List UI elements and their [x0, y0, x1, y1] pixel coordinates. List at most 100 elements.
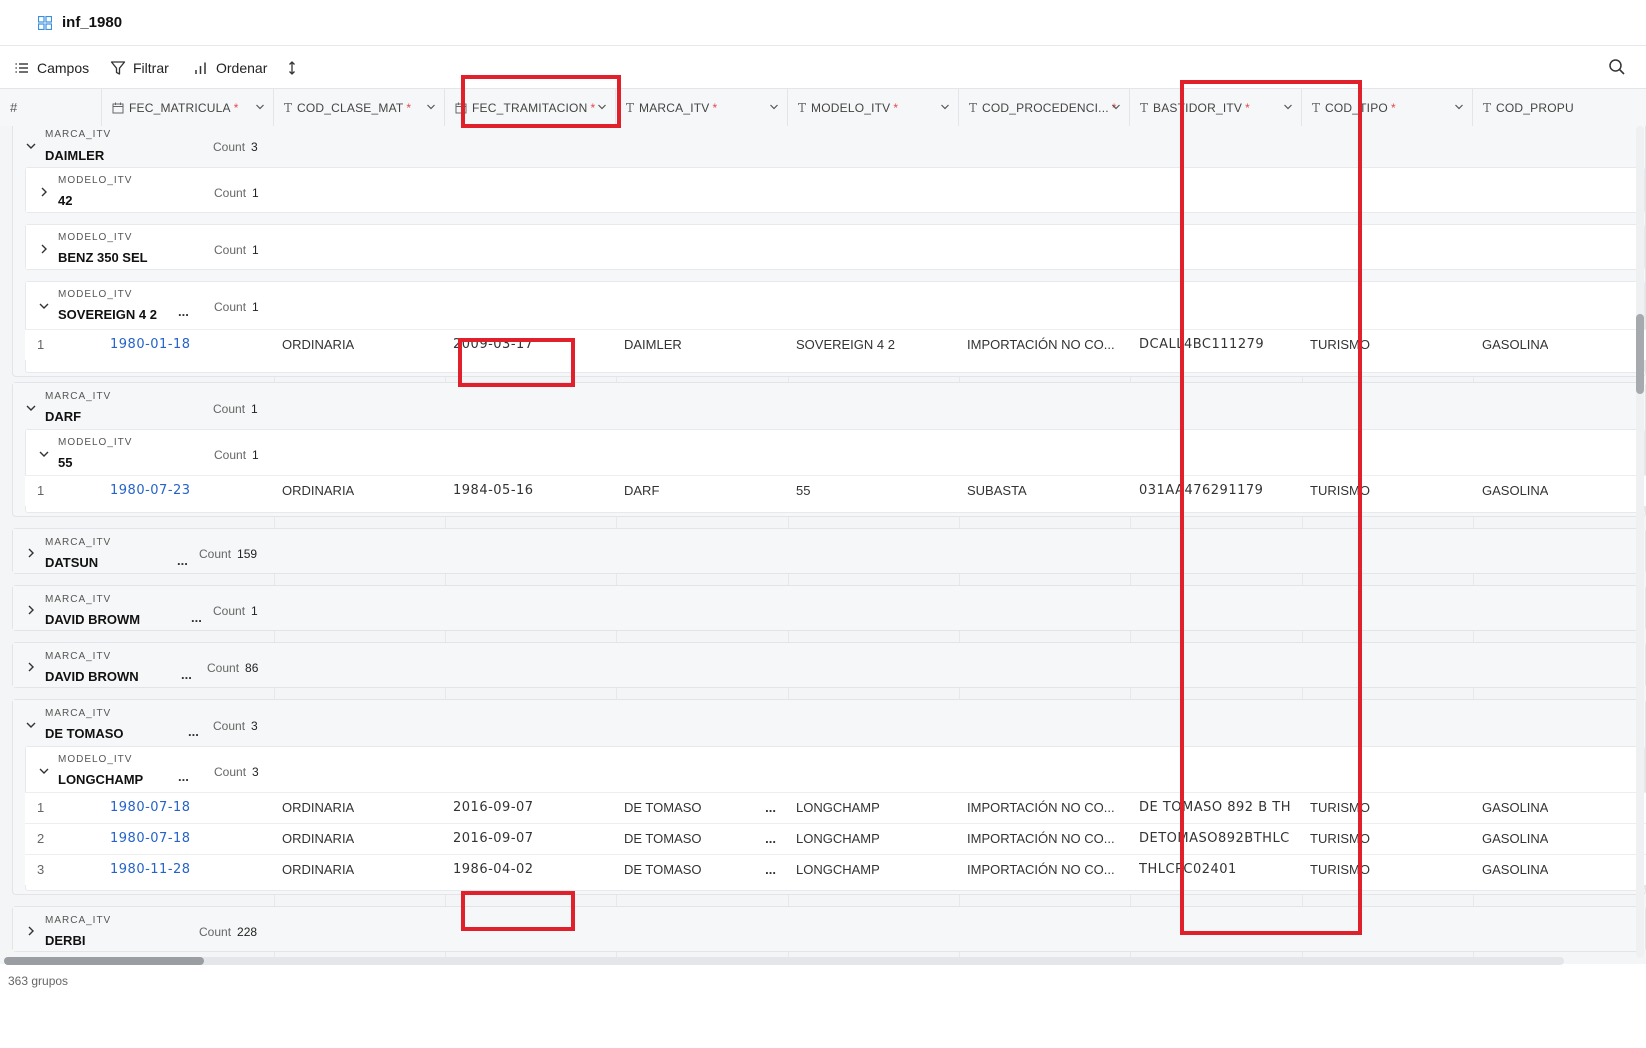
- subgroup-header[interactable]: MODELO_ITV BENZ 350 SEL Count 1: [26, 225, 1644, 269]
- cell-marca-itv[interactable]: DAIMLER: [624, 330, 682, 360]
- table-row[interactable]: 3 1980-11-28 ORDINARIA 1986-04-02 DE TOM…: [25, 854, 1646, 885]
- chevron-down-icon[interactable]: [255, 102, 265, 112]
- horizontal-scroll-thumb[interactable]: [4, 957, 204, 965]
- cell-cod-tipo[interactable]: TURISMO: [1310, 793, 1370, 823]
- column-header-bastidor-itv[interactable]: T BASTIDOR_ITV *: [1130, 89, 1302, 126]
- more-ellipsis[interactable]: ...: [181, 667, 192, 682]
- cell-bastidor-itv[interactable]: 031AA476291179: [1139, 476, 1289, 506]
- cell-cod-tipo[interactable]: TURISMO: [1310, 824, 1370, 854]
- cell-marca-itv[interactable]: DE TOMASO...: [624, 793, 776, 823]
- cell-cod-clase-mat[interactable]: ORDINARIA: [282, 824, 354, 854]
- more-ellipsis[interactable]: ...: [177, 553, 188, 568]
- search-icon[interactable]: [1608, 58, 1626, 76]
- group-header[interactable]: MARCA_ITV DARF Count 1: [13, 383, 1645, 429]
- chevron-right-icon[interactable]: [25, 547, 37, 559]
- more-ellipsis[interactable]: ...: [191, 610, 202, 625]
- more-ellipsis[interactable]: ...: [178, 304, 189, 319]
- chevron-down-icon[interactable]: [38, 448, 50, 460]
- cell-cod-propulsion[interactable]: GASOLINA: [1482, 476, 1548, 506]
- cell-cod-procedencia[interactable]: IMPORTACIÓN NO CO...: [967, 855, 1115, 885]
- horizontal-scrollbar[interactable]: [4, 957, 1564, 965]
- cell-fec-tramitacion[interactable]: 2016-09-07: [453, 824, 534, 854]
- chevron-down-icon[interactable]: [25, 719, 37, 731]
- group-header[interactable]: MARCA_ITV DATSUN ... Count 159: [13, 529, 1645, 573]
- cell-marca-itv[interactable]: DE TOMASO...: [624, 824, 776, 854]
- cell-fec-matricula[interactable]: 1980-07-18: [110, 824, 191, 854]
- chevron-right-icon[interactable]: [38, 186, 50, 198]
- table-row[interactable]: 2 1980-07-18 ORDINARIA 2016-09-07 DE TOM…: [25, 823, 1646, 854]
- group-derbi[interactable]: MARCA_ITV DERBI Count 228: [12, 906, 1646, 952]
- chevron-down-icon[interactable]: [1283, 102, 1293, 112]
- subgroup-header[interactable]: MODELO_ITV 42 Count 1: [26, 168, 1644, 212]
- cell-modelo-itv[interactable]: LONGCHAMP: [796, 855, 880, 885]
- cell-modelo-itv[interactable]: SOVEREIGN 4 2: [796, 330, 895, 360]
- group-david-brown[interactable]: MARCA_ITV DAVID BROWN ... Count 86: [12, 642, 1646, 688]
- cell-fec-matricula[interactable]: 1980-11-28: [110, 855, 191, 885]
- chevron-down-icon[interactable]: [1111, 102, 1121, 112]
- cell-cod-clase-mat[interactable]: ORDINARIA: [282, 330, 354, 360]
- cell-fec-tramitacion[interactable]: 2016-09-07: [453, 793, 534, 823]
- column-header-cod-procedencia[interactable]: T COD_PROCEDENCI... *: [959, 89, 1130, 126]
- group-header[interactable]: MARCA_ITV DAVID BROWN ... Count 86: [13, 643, 1645, 687]
- chevron-down-icon[interactable]: [1454, 102, 1464, 112]
- cell-cod-procedencia[interactable]: IMPORTACIÓN NO CO...: [967, 793, 1115, 823]
- cell-cod-tipo[interactable]: TURISMO: [1310, 330, 1370, 360]
- cell-bastidor-itv[interactable]: DETOMASO892BTHLC...: [1139, 824, 1291, 854]
- cell-cod-propulsion[interactable]: GASOLINA: [1482, 793, 1548, 823]
- cell-fec-tramitacion[interactable]: 1984-05-16: [453, 476, 534, 506]
- chevron-down-icon[interactable]: [25, 402, 37, 414]
- group-header[interactable]: MARCA_ITV DERBI Count 228: [13, 907, 1645, 951]
- cell-cod-clase-mat[interactable]: ORDINARIA: [282, 793, 354, 823]
- cell-fec-matricula[interactable]: 1980-07-18: [110, 793, 191, 823]
- chevron-down-icon[interactable]: [940, 102, 950, 112]
- sort-button[interactable]: Ordenar: [193, 58, 267, 78]
- group-header[interactable]: MARCA_ITV DAVID BROWM ... Count 1: [13, 586, 1645, 630]
- column-header-fec-tramitacion[interactable]: FEC_TRAMITACION *: [445, 89, 616, 126]
- column-header-cod-tipo[interactable]: T COD_TIPO *: [1302, 89, 1473, 126]
- chevron-down-icon[interactable]: [38, 765, 50, 777]
- more-ellipsis[interactable]: ...: [188, 724, 199, 739]
- cell-cod-tipo[interactable]: TURISMO: [1310, 476, 1370, 506]
- cell-bastidor-itv[interactable]: DE TOMASO 892 B TH...: [1139, 793, 1291, 823]
- vertical-scroll-thumb[interactable]: [1636, 314, 1644, 394]
- more-ellipsis[interactable]: ...: [178, 769, 189, 784]
- chevron-right-icon[interactable]: [25, 925, 37, 937]
- chevron-down-icon[interactable]: [25, 140, 37, 152]
- group-david-browm[interactable]: MARCA_ITV DAVID BROWM ... Count 1: [12, 585, 1646, 631]
- cell-cod-propulsion[interactable]: GASOLINA: [1482, 824, 1548, 854]
- chevron-down-icon[interactable]: [769, 102, 779, 112]
- cell-cod-propulsion[interactable]: GASOLINA: [1482, 330, 1548, 360]
- cell-fec-tramitacion[interactable]: 1986-04-02: [453, 855, 534, 885]
- fields-button[interactable]: Campos: [14, 58, 89, 78]
- cell-fec-matricula[interactable]: 1980-01-18: [110, 330, 191, 360]
- filter-button[interactable]: Filtrar: [110, 58, 169, 78]
- cell-marca-itv[interactable]: DE TOMASO...: [624, 855, 776, 885]
- cell-bastidor-itv[interactable]: DCALL4BC111279: [1139, 330, 1289, 360]
- cell-cod-tipo[interactable]: TURISMO: [1310, 855, 1370, 885]
- group-header[interactable]: MARCA_ITV DAIMLER Count 3: [13, 126, 1645, 167]
- cell-cod-clase-mat[interactable]: ORDINARIA: [282, 855, 354, 885]
- column-header-modelo-itv[interactable]: T MODELO_ITV *: [788, 89, 959, 126]
- cell-bastidor-itv[interactable]: THLCPC02401: [1139, 855, 1291, 885]
- table-row[interactable]: 1 1980-01-18 ORDINARIA 2009-03-17 DAIMLE…: [25, 329, 1646, 360]
- cell-cod-procedencia[interactable]: SUBASTA: [967, 476, 1027, 506]
- cell-modelo-itv[interactable]: LONGCHAMP: [796, 824, 880, 854]
- cell-cod-propulsion[interactable]: GASOLINA: [1482, 855, 1548, 885]
- cell-fec-tramitacion[interactable]: 2009-03-17: [453, 330, 534, 360]
- column-header-marca-itv[interactable]: T MARCA_ITV *: [616, 89, 788, 126]
- cell-fec-matricula[interactable]: 1980-07-23: [110, 476, 191, 506]
- group-datsun[interactable]: MARCA_ITV DATSUN ... Count 159: [12, 528, 1646, 574]
- chevron-down-icon[interactable]: [38, 300, 50, 312]
- subgroup-header[interactable]: MODELO_ITV LONGCHAMP ... Count 3: [26, 747, 1644, 791]
- subgroup-header[interactable]: MODELO_ITV 55 Count 1: [26, 430, 1644, 474]
- cell-cod-procedencia[interactable]: IMPORTACIÓN NO CO...: [967, 824, 1115, 854]
- chevron-right-icon[interactable]: [25, 661, 37, 673]
- table-row[interactable]: 1 1980-07-18 ORDINARIA 2016-09-07 DE TOM…: [25, 792, 1646, 823]
- cell-cod-procedencia[interactable]: IMPORTACIÓN NO CO...: [967, 330, 1115, 360]
- chevron-right-icon[interactable]: [38, 243, 50, 255]
- group-header[interactable]: MARCA_ITV DE TOMASO ... Count 3: [13, 700, 1645, 746]
- chevron-down-icon[interactable]: [426, 102, 436, 112]
- table-row[interactable]: 1 1980-07-23 ORDINARIA 1984-05-16 DARF 5…: [25, 475, 1646, 506]
- cell-marca-itv[interactable]: DARF: [624, 476, 659, 506]
- subgroup-header[interactable]: MODELO_ITV SOVEREIGN 4 2 ... Count 1: [26, 282, 1644, 326]
